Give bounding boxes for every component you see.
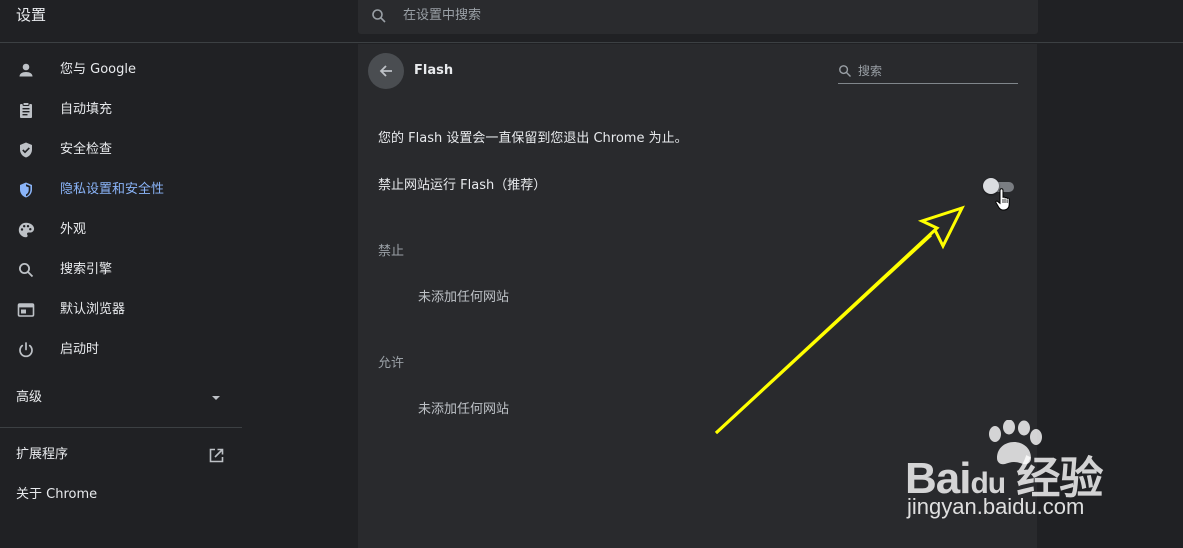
sidebar-divider [0,427,242,428]
privacy-shield-icon [17,181,35,199]
search-icon [17,261,35,279]
sidebar-item-label: 自动填充 [60,102,113,117]
allow-empty-text: 未添加任何网站 [418,402,510,417]
sidebar-item-appearance[interactable]: 外观 [0,210,242,250]
site-search-placeholder: 搜索 [858,64,883,78]
block-section-heading: 禁止 [378,244,405,259]
search-icon [372,9,386,23]
watermark-url: jingyan.baidu.com [907,494,1085,519]
power-icon [17,341,35,359]
search-placeholder: 在设置中搜索 [403,8,482,23]
allow-section-heading: 允许 [378,356,405,371]
flash-info-text: 您的 Flash 设置会一直保留到您退出 Chrome 为止。 [378,131,688,146]
site-search-input[interactable]: 搜索 [838,60,1018,84]
app-title: 设置 [16,6,47,24]
sidebar-item-default-browser[interactable]: 默认浏览器 [0,290,242,330]
person-icon [17,61,35,79]
open-in-new-icon[interactable] [207,447,225,465]
settings-search-input[interactable]: 在设置中搜索 [358,0,1038,34]
card-header: Flash 搜索 [358,44,1037,100]
hand-cursor-icon [995,188,1010,211]
palette-icon [17,221,35,239]
sidebar-about-chrome[interactable]: 关于 Chrome [16,486,97,504]
sidebar-item-label: 您与 Google [60,62,136,77]
sidebar-item-label: 外观 [60,222,87,237]
sidebar-item-label: 启动时 [60,342,100,357]
sidebar-item-on-startup[interactable]: 启动时 [0,330,242,370]
search-icon [839,65,851,77]
top-bar: 设置 在设置中搜索 [0,0,1183,43]
sidebar-item-you-and-google[interactable]: 您与 Google [0,50,242,90]
sidebar-item-privacy[interactable]: 隐私设置和安全性 [0,170,242,210]
sidebar-item-label: 搜索引擎 [60,262,113,277]
sidebar-extensions[interactable]: 扩展程序 [16,446,68,464]
settings-window: 设置 在设置中搜索 您与 Google 自动填充 安全检查 隐私设置和安全性 外… [0,0,1183,548]
sidebar: 您与 Google 自动填充 安全检查 隐私设置和安全性 外观 搜索引擎 默认浏… [0,44,242,548]
shield-check-icon [17,141,35,159]
clipboard-icon [17,101,35,119]
page-title: Flash [414,63,454,78]
back-button[interactable] [368,53,404,89]
browser-icon [17,301,35,319]
sidebar-advanced[interactable]: 高级 [16,389,42,407]
sidebar-item-safety-check[interactable]: 安全检查 [0,130,242,170]
block-flash-label: 禁止网站运行 Flash（推荐） [378,178,547,193]
baidu-jingyan-watermark: Baidu 经验 jingyan.baidu.com [905,420,1175,530]
sidebar-item-label: 隐私设置和安全性 [60,182,165,197]
sidebar-item-autofill[interactable]: 自动填充 [0,90,242,130]
sidebar-item-search-engine[interactable]: 搜索引擎 [0,250,242,290]
chevron-down-icon[interactable] [211,395,221,401]
block-empty-text: 未添加任何网站 [418,290,510,305]
sidebar-item-label: 安全检查 [60,142,113,157]
arrow-back-icon [379,65,392,77]
sidebar-item-label: 默认浏览器 [60,302,126,317]
